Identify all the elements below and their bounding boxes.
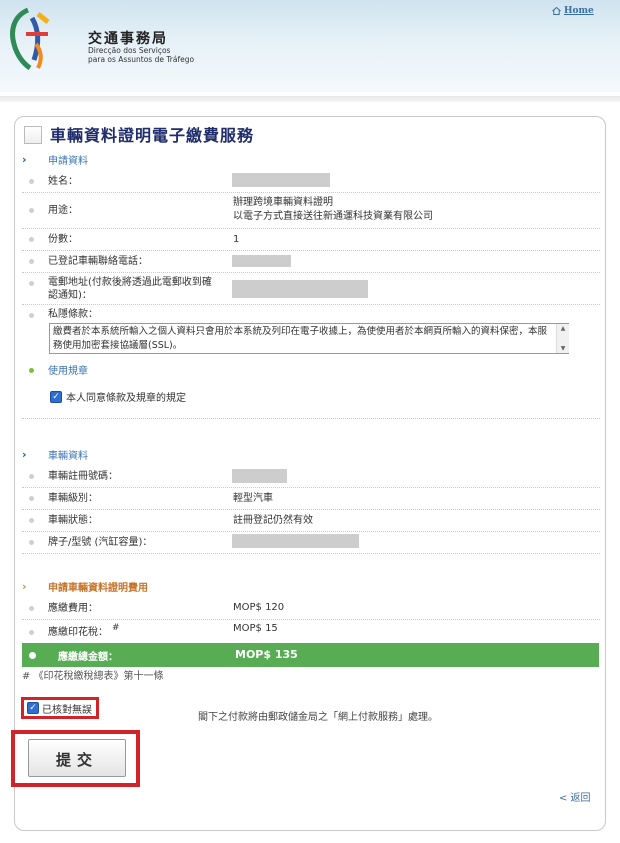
field-label-status: 車輛狀態：: [48, 515, 98, 526]
redacted-value: [232, 255, 291, 267]
total-amount-row: 應繳總金額： MOP$ 135: [22, 643, 599, 667]
field-label-copies: 份數：: [48, 234, 78, 245]
field-row-name: 姓名：: [22, 170, 600, 193]
verify-checkbox[interactable]: ✓: [27, 702, 39, 714]
section-fees: › 申請車輛資料證明費用: [22, 575, 600, 597]
bullet-icon: [29, 281, 34, 286]
bullet-icon: [29, 259, 34, 264]
field-row-email: 電郵地址(付款後將透過此電郵收到確 認通知)：: [22, 272, 600, 305]
bullet-icon: [29, 237, 34, 242]
chevron-right-icon: ›: [22, 579, 27, 593]
total-value: MOP$ 135: [235, 648, 298, 661]
field-label-email-line2: 認通知)：: [48, 290, 92, 301]
title-square-icon: [24, 126, 42, 144]
verify-checkbox-row[interactable]: ✓ 已核對無誤: [21, 697, 99, 719]
field-value-purpose-line2: 以電子方式直接送往新通運科技資業有限公司: [233, 211, 433, 222]
header-banner: 交通事務局 Direcção dos Serviços para os Assu…: [0, 0, 620, 92]
field-row-copies: 份數： 1: [22, 228, 600, 251]
agree-checkbox[interactable]: ✓: [50, 390, 62, 403]
redacted-value: [232, 469, 287, 483]
field-label-plate: 車輛註冊號碼：: [48, 471, 118, 482]
rules-link[interactable]: 使用規章: [48, 362, 88, 377]
header-divider: [0, 96, 620, 102]
bullet-icon: [29, 540, 34, 545]
rules-block: 使用規章 ✓ 本人同意條款及規章的規定: [22, 362, 600, 419]
fee-label: 應繳費用：: [48, 603, 98, 614]
back-link[interactable]: < 返回: [559, 789, 591, 804]
home-link-label: Home: [564, 6, 594, 16]
redacted-value: [232, 173, 330, 187]
field-row-status: 車輛狀態： 註冊登記仍然有效: [22, 509, 600, 532]
field-label-email-line1: 電郵地址(付款後將透過此電郵收到確: [48, 277, 212, 288]
field-row-class: 車輛級別： 輕型汽車: [22, 487, 600, 510]
field-value-copies: 1: [233, 234, 240, 245]
bullet-icon: [29, 518, 34, 523]
agree-checkbox-row: ✓ 本人同意條款及規章的規定: [50, 389, 186, 404]
section-application-title: 申請資料: [48, 155, 88, 167]
field-label-class: 車輛級別：: [48, 493, 98, 504]
bullet-icon: [29, 179, 34, 184]
bullet-icon: [29, 208, 34, 213]
field-value-class: 輕型汽車: [233, 493, 273, 504]
fee-row-fee: 應繳費用： MOP$ 120: [22, 597, 600, 620]
bullet-icon: [29, 630, 34, 635]
section-vehicle-title: 車輛資料: [48, 450, 88, 462]
payment-notice: 閣下之付款將由郵政儲金局之「網上付款服務」處理。: [198, 712, 438, 723]
home-link[interactable]: Home: [552, 6, 594, 16]
stamp-duty-value: MOP$ 15: [233, 623, 278, 634]
org-name-portuguese: Direcção dos Serviços para os Assuntos d…: [88, 46, 194, 64]
field-label-privacy: 私隱條款：: [48, 309, 98, 320]
field-label-name: 姓名：: [48, 176, 78, 187]
bullet-icon: [29, 652, 36, 659]
field-value-status: 註冊登記仍然有效: [233, 515, 313, 526]
section-vehicle: › 車輛資料: [22, 443, 600, 465]
field-label-purpose: 用途：: [48, 205, 78, 216]
bullet-icon: [29, 368, 34, 373]
field-label-phone: 已登記車輛聯絡電話：: [48, 256, 148, 267]
home-icon: [552, 7, 561, 15]
page-title: 車輛資料證明電子繳費服務: [50, 126, 255, 145]
stamp-duty-label: 應繳印花稅：: [48, 627, 108, 638]
org-name-pt-line1: Direcção dos Serviços: [88, 46, 171, 55]
field-row-phone: 已登記車輛聯絡電話：: [22, 250, 600, 273]
stamp-duty-footnote: # 《印花稅繳稅總表》第十一條: [22, 671, 164, 682]
terms-scrollbar[interactable]: ▲ ▼: [556, 324, 569, 353]
field-row-plate: 車輛註冊號碼：: [22, 465, 600, 488]
bullet-icon: [29, 496, 34, 501]
org-name-pt-line2: para os Assuntos de Tráfego: [88, 55, 195, 64]
chevron-right-icon: ›: [22, 447, 27, 461]
field-label-model: 牌子/型號 (汽缸容量)：: [48, 537, 153, 548]
org-name-chinese: 交通事務局: [88, 31, 168, 47]
privacy-terms-textarea[interactable]: 繳費者於本系統所輸入之個人資料只會用於本系統及列印在電子收據上，為使使用者於本網…: [49, 323, 569, 354]
fee-row-stamp: 應繳印花稅： # MOP$ 15: [22, 619, 600, 643]
dsat-logo-icon: [10, 7, 50, 71]
agree-label: 本人同意條款及規章的規定: [66, 393, 186, 404]
stamp-duty-mark: #: [112, 623, 120, 633]
bullet-icon: [29, 606, 34, 611]
redacted-value: [232, 280, 368, 298]
submit-button[interactable]: 提交: [28, 739, 126, 777]
verify-label: 已核對無誤: [42, 704, 92, 716]
chevron-right-icon: ›: [22, 152, 27, 166]
total-label: 應繳總金額：: [58, 652, 118, 663]
field-row-model: 牌子/型號 (汽缸容量)：: [22, 531, 600, 554]
bullet-icon: [29, 474, 34, 479]
field-value-purpose-line1: 辦理跨境車輛資料證明: [233, 197, 333, 208]
fee-value: MOP$ 120: [233, 602, 285, 613]
bullet-icon: [29, 313, 34, 318]
section-application: › 申請資料: [22, 148, 600, 170]
scroll-down-icon[interactable]: ▼: [557, 344, 569, 353]
scroll-up-icon[interactable]: ▲: [557, 324, 569, 333]
redacted-value: [232, 534, 359, 548]
field-row-purpose: 用途： 辦理跨境車輛資料證明 以電子方式直接送往新通運科技資業有限公司: [22, 192, 600, 229]
section-fees-title: 申請車輛資料證明費用: [48, 582, 148, 594]
